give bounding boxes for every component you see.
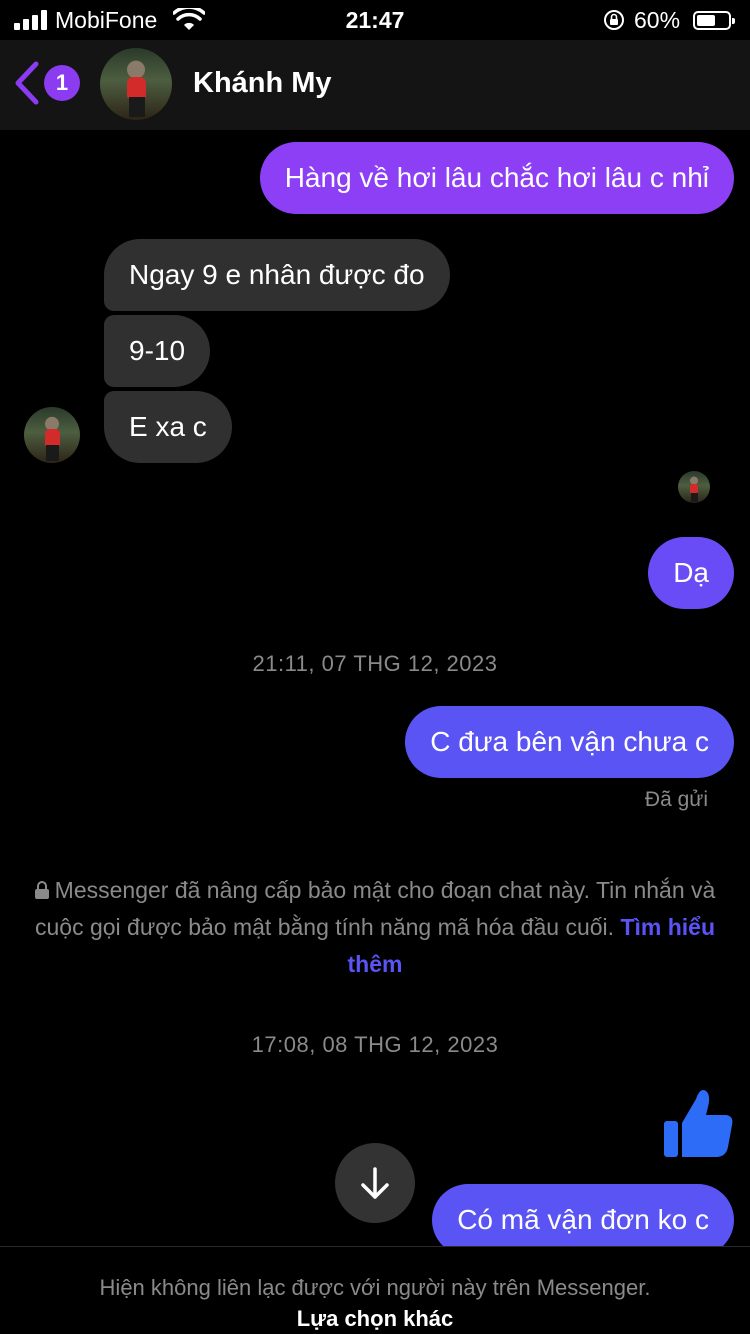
message-bubble-received[interactable]: Ngay 9 e nhân được đo — [104, 239, 450, 311]
message-bubble-sent[interactable]: Hàng về hơi lâu chắc hơi lâu c nhỉ — [259, 142, 734, 214]
timestamp-divider: 21:11, 07 THG 12, 2023 — [252, 651, 498, 676]
delivery-status: Đã gửi — [644, 788, 708, 811]
unavailable-message: Hiện không liên lạc được với người này t… — [99, 1275, 651, 1300]
contact-avatar[interactable] — [100, 48, 172, 120]
message-bubble-received[interactable]: E xa c — [104, 391, 232, 463]
timestamp-divider: 17:08, 08 THG 12, 2023 — [251, 1032, 499, 1057]
arrow-down-icon — [361, 1167, 389, 1199]
chat-header: 1 Khánh My — [0, 40, 750, 130]
unavailable-footer: Hiện không liên lạc được với người này t… — [0, 1246, 750, 1334]
other-options-button[interactable]: Lựa chọn khác — [0, 1306, 750, 1332]
battery-percent: 60% — [634, 7, 681, 33]
encryption-notice: Messenger đã nâng cấp bảo mật cho đoạn c… — [30, 872, 720, 983]
lock-icon — [34, 873, 49, 899]
seen-indicator-avatar — [678, 471, 710, 503]
scroll-to-bottom-button[interactable] — [335, 1143, 415, 1223]
contact-name[interactable]: Khánh My — [193, 67, 332, 100]
encryption-notice-text: Messenger đã nâng cấp bảo mật cho đoạn c… — [35, 877, 716, 940]
rotation-lock-icon — [604, 10, 624, 30]
message-bubble-received[interactable]: 9-10 — [104, 315, 211, 387]
message-bubble-sent[interactable]: C đưa bên vận chưa c — [405, 706, 734, 778]
back-chevron-icon[interactable] — [12, 60, 42, 106]
battery-icon — [693, 11, 735, 30]
thumbs-up-icon[interactable] — [660, 1085, 736, 1161]
message-bubble-sent[interactable]: Dạ — [648, 537, 734, 609]
sender-avatar[interactable] — [24, 407, 80, 463]
status-bar: MobiFone 21:47 60% — [0, 0, 750, 40]
unread-badge[interactable]: 1 — [44, 65, 80, 101]
